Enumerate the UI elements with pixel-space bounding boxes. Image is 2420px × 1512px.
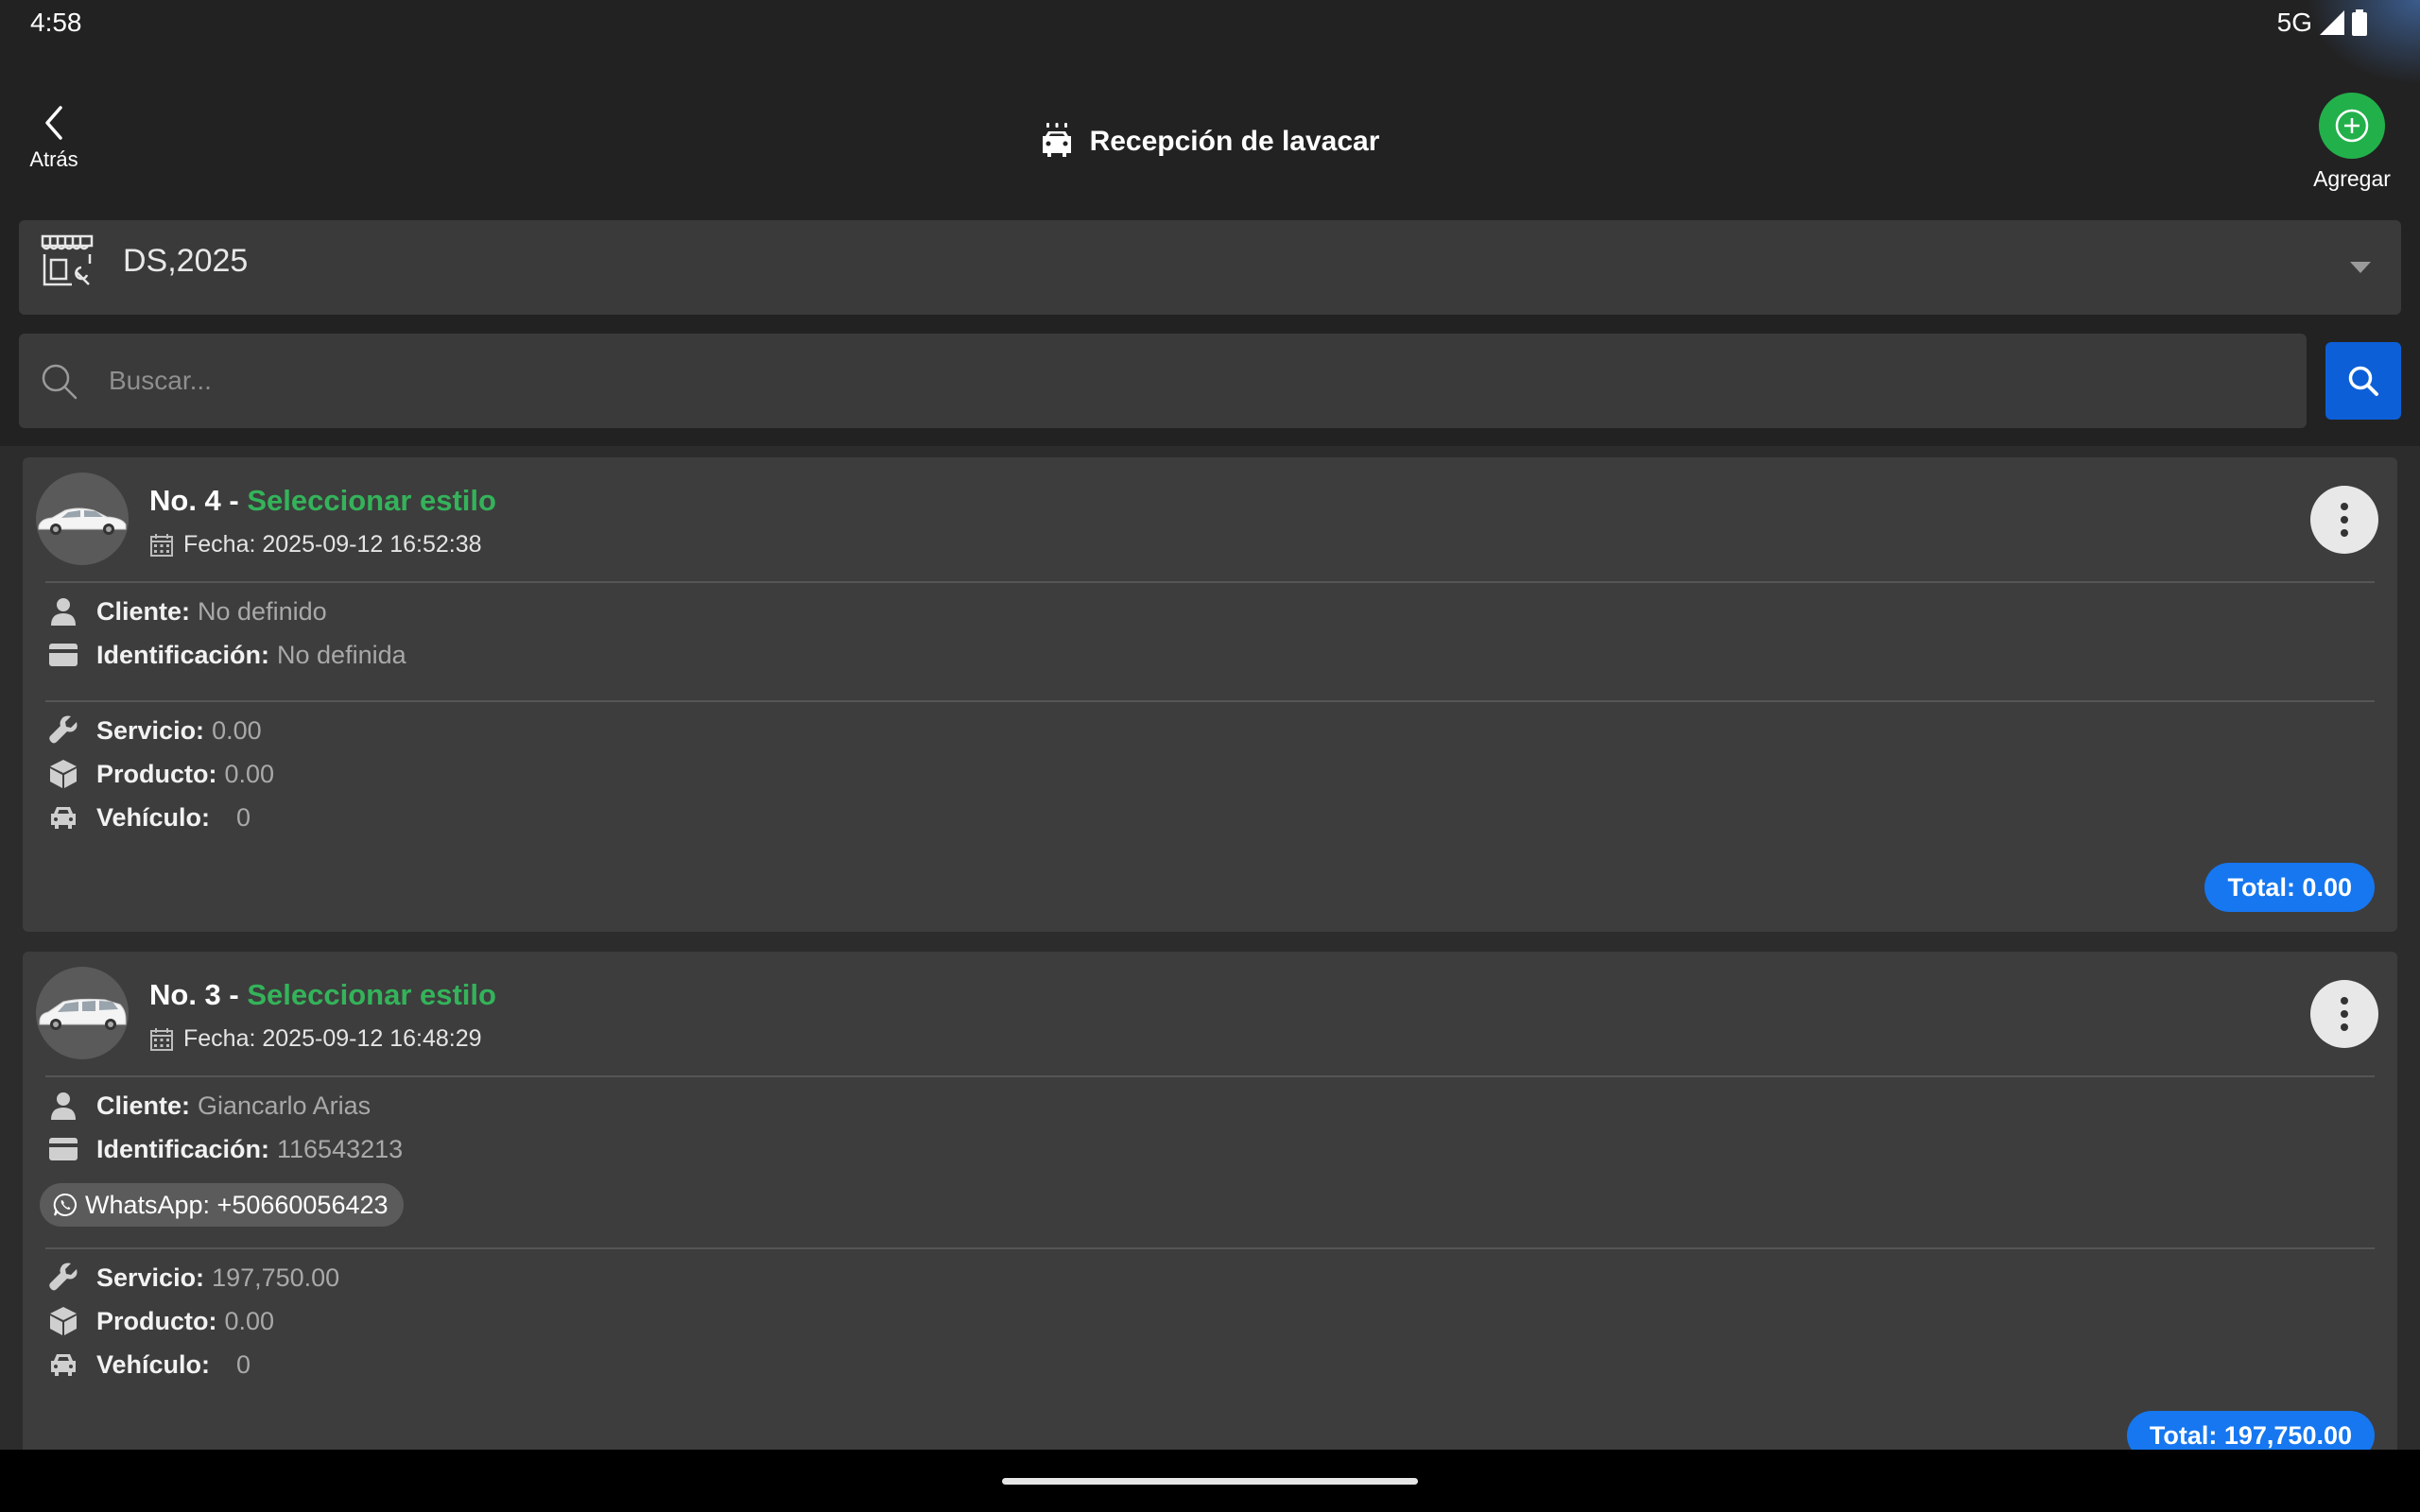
ticket-date-text: Fecha: 2025-09-12 16:52:38 — [183, 531, 482, 558]
client-value: Giancarlo Arias — [198, 1091, 372, 1120]
ticket-title: No. 3 - Seleccionar estilo — [149, 978, 496, 1012]
client-label: Cliente: — [96, 1091, 191, 1120]
product-value: 0.00 — [224, 759, 275, 788]
vehicle-label: Vehículo: — [96, 802, 211, 832]
search-box — [19, 334, 2307, 428]
branch-value: DS,2025 — [123, 243, 249, 279]
wrench-icon — [49, 1263, 78, 1291]
wrench-icon — [49, 715, 78, 744]
store-tools-icon — [41, 234, 94, 286]
whatsapp-chip[interactable]: WhatsApp: +50660056423 — [40, 1183, 404, 1227]
search-button[interactable] — [2325, 342, 2401, 420]
ticket-date-text: Fecha: 2025-09-12 16:48:29 — [183, 1025, 482, 1052]
car-icon — [51, 1354, 76, 1376]
vehicle-avatar — [36, 472, 129, 565]
divider — [45, 700, 2375, 702]
id-value: 116543213 — [277, 1134, 404, 1163]
more-options-button[interactable] — [2310, 980, 2378, 1048]
add-circle — [2319, 93, 2385, 159]
minivan-icon — [39, 998, 127, 1030]
status-bar: 4:58 5G — [0, 0, 2420, 85]
id-card-icon — [49, 644, 78, 666]
service-value: 197,750.00 — [212, 1263, 340, 1292]
id-value: No definida — [277, 640, 406, 669]
id-row: Identificación: 116543213 — [47, 1133, 403, 1165]
whatsapp-text: WhatsApp: +50660056423 — [85, 1190, 389, 1219]
service-row: Servicio: 197,750.00 — [47, 1262, 339, 1294]
service-value: 0.00 — [212, 715, 262, 745]
box-icon — [50, 760, 77, 788]
total-badge: Total: 0.00 — [2204, 863, 2375, 912]
status-icons: 5G — [2277, 8, 2367, 38]
service-label: Servicio: — [96, 1263, 205, 1292]
id-label: Identificación: — [96, 640, 270, 669]
total-badge: Total: 197,750.00 — [2126, 1411, 2375, 1450]
id-label: Identificación: — [96, 1134, 270, 1163]
status-time: 4:58 — [30, 8, 82, 37]
car-icon — [51, 807, 76, 829]
divider — [45, 581, 2375, 583]
ticket-card[interactable]: No. 4 - Seleccionar estilo Fecha: 2025-0… — [23, 457, 2397, 932]
vehicle-avatar — [36, 967, 129, 1059]
plus-circle-icon — [2335, 109, 2369, 143]
signal-icon — [2320, 10, 2344, 35]
system-nav-bar — [0, 1450, 2420, 1512]
add-label: Agregar — [2313, 166, 2391, 191]
client-row: Cliente: Giancarlo Arias — [47, 1090, 371, 1122]
client-label: Cliente: — [96, 596, 191, 626]
ticket-date: Fecha: 2025-09-12 16:52:38 — [149, 531, 482, 558]
service-row: Servicio: 0.00 — [47, 714, 262, 747]
client-value: No definido — [198, 596, 327, 626]
vehicle-row: Vehículo: 0 — [47, 1349, 251, 1381]
add-button[interactable]: Agregar — [2305, 93, 2399, 192]
client-row: Cliente: No definido — [47, 595, 327, 627]
page-title-wrap: Recepción de lavacar — [0, 123, 2420, 161]
divider — [45, 1075, 2375, 1077]
select-style-link[interactable]: Seleccionar estilo — [247, 978, 496, 1011]
select-style-link[interactable]: Seleccionar estilo — [247, 484, 496, 517]
calendar-icon — [150, 1027, 173, 1051]
user-icon — [51, 1092, 76, 1120]
ticket-number: No. 4 - — [149, 484, 248, 517]
search-icon — [42, 364, 78, 400]
product-row: Producto: 0.00 — [47, 1305, 274, 1337]
vehicle-row: Vehículo: 0 — [47, 801, 251, 833]
whatsapp-icon — [53, 1193, 77, 1216]
ticket-number: No. 3 - — [149, 978, 248, 1011]
box-icon — [50, 1307, 77, 1335]
service-label: Servicio: — [96, 715, 205, 745]
ticket-list: No. 4 - Seleccionar estilo Fecha: 2025-0… — [0, 446, 2420, 1450]
ticket-title: No. 4 - Seleccionar estilo — [149, 484, 496, 518]
ticket-date: Fecha: 2025-09-12 16:48:29 — [149, 1025, 482, 1053]
home-gesture-handle[interactable] — [1002, 1478, 1418, 1485]
network-label: 5G — [2276, 8, 2312, 37]
id-row: Identificación: No definida — [47, 639, 406, 671]
user-icon — [51, 598, 76, 626]
sedan-icon — [38, 507, 127, 535]
vehicle-label: Vehículo: — [96, 1349, 211, 1379]
search-input[interactable] — [109, 352, 2283, 409]
ticket-card[interactable]: No. 3 - Seleccionar estilo Fecha: 2025-0… — [23, 952, 2397, 1450]
car-wash-icon — [1042, 123, 1071, 157]
product-label: Producto: — [96, 1306, 217, 1335]
vehicle-value: 0 — [236, 802, 251, 832]
vehicle-value: 0 — [236, 1349, 251, 1379]
branch-dropdown[interactable]: DS,2025 — [19, 220, 2401, 315]
product-label: Producto: — [96, 759, 217, 788]
search-icon — [2348, 366, 2378, 396]
battery-icon — [2352, 9, 2367, 36]
product-value: 0.00 — [224, 1306, 275, 1335]
page-title: Recepción de lavacar — [1089, 126, 1380, 157]
more-options-button[interactable] — [2310, 486, 2378, 554]
app-header: Atrás Recepción de lavacar Agregar — [0, 57, 2420, 217]
caret-down-icon — [2350, 262, 2371, 273]
product-row: Producto: 0.00 — [47, 758, 274, 790]
divider — [45, 1247, 2375, 1249]
calendar-icon — [150, 533, 173, 557]
id-card-icon — [49, 1138, 78, 1160]
